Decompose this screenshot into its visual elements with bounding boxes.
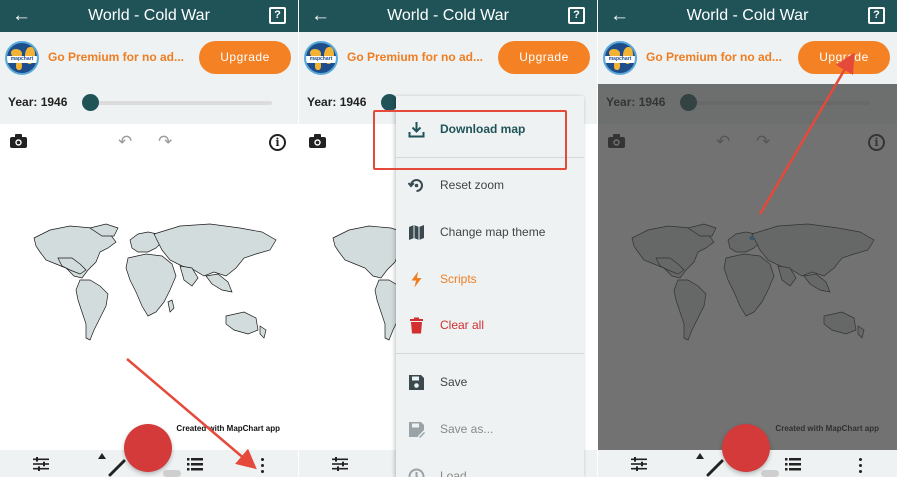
undo-icon[interactable]: ↶ <box>118 132 132 152</box>
drag-handle <box>163 470 181 477</box>
panel-main-screen: ← World - Cold War ? mapchart Go Premium… <box>0 0 298 477</box>
premium-banner: mapchart Go Premium for no ad... Upgrade <box>598 32 897 84</box>
menu-item-change-map-theme[interactable]: Change map theme <box>396 212 584 252</box>
premium-text: Go Premium for no ad... <box>347 50 484 64</box>
save-edit-icon <box>409 422 425 438</box>
redo-icon[interactable]: ↷ <box>158 132 172 152</box>
premium-banner: mapchart Go Premium for no ad... Upgrade <box>299 32 597 84</box>
upgrade-button[interactable]: Upgrade <box>199 41 291 74</box>
year-label: Year: 1946 <box>307 95 367 109</box>
help-box-icon[interactable]: ? <box>269 7 286 24</box>
page-title: World - Cold War <box>686 7 809 24</box>
app-bar: ← World - Cold War ? <box>598 0 897 32</box>
year-row: Year: 1946 <box>0 84 298 124</box>
premium-text: Go Premium for no ad... <box>646 50 783 64</box>
menu-item-label: Save <box>440 375 468 389</box>
dim-overlay <box>598 84 897 450</box>
history-icon <box>408 468 425 477</box>
color-fab-button[interactable] <box>722 424 770 472</box>
premium-banner: mapchart Go Premium for no ad... Upgrade <box>0 32 298 84</box>
page-title: World - Cold War <box>88 7 210 24</box>
map-icon <box>409 225 424 240</box>
help-box-icon[interactable]: ? <box>868 7 885 24</box>
app-bar: ← World - Cold War ? <box>0 0 298 32</box>
reset-zoom-icon <box>408 179 423 192</box>
map-area[interactable]: ↶ ↷ i Created with MapChart app <box>0 124 298 450</box>
list-icon[interactable] <box>187 458 203 471</box>
menu-item-label: Change map theme <box>440 225 546 239</box>
panel-dimmed: ← World - Cold War ? mapchart Go Premium… <box>598 0 897 477</box>
menu-item-save[interactable]: Save <box>396 362 584 402</box>
trash-icon <box>410 317 423 334</box>
brush-icon[interactable] <box>696 453 726 477</box>
page-title: World - Cold War <box>387 7 509 24</box>
camera-icon[interactable] <box>309 134 326 148</box>
year-slider-thumb[interactable] <box>82 94 99 111</box>
menu-item-label: Clear all <box>440 318 485 332</box>
mapchart-logo: mapchart <box>304 41 338 75</box>
brush-icon[interactable] <box>98 453 128 477</box>
menu-item-save-as[interactable]: Save as... <box>396 409 584 449</box>
tune-icon[interactable] <box>332 457 348 471</box>
help-box-icon[interactable]: ? <box>568 7 585 24</box>
menu-item-clear-all[interactable]: Clear all <box>396 305 584 345</box>
app-bar: ← World - Cold War ? <box>299 0 597 32</box>
save-icon <box>409 375 424 390</box>
annotation-highlight-box <box>373 110 567 170</box>
drag-handle <box>761 470 779 477</box>
menu-item-reset-zoom[interactable]: Reset zoom <box>396 165 584 205</box>
menu-item-scripts[interactable]: Scripts <box>396 259 584 299</box>
menu-item-load[interactable]: Load... <box>396 456 584 477</box>
premium-text: Go Premium for no ad... <box>48 50 185 64</box>
menu-divider <box>396 353 584 354</box>
tune-icon[interactable] <box>631 457 647 471</box>
more-vertical-icon[interactable] <box>859 458 863 474</box>
map-credit: Created with MapChart app <box>176 424 280 433</box>
year-slider-track[interactable] <box>90 101 272 105</box>
mapchart-logo: mapchart <box>603 41 637 75</box>
upgrade-button[interactable]: Upgrade <box>798 41 890 74</box>
menu-item-label: Reset zoom <box>440 178 505 192</box>
menu-item-label: Load... <box>440 469 477 477</box>
mapchart-logo: mapchart <box>5 41 39 75</box>
world-map[interactable] <box>30 220 285 352</box>
color-fab-button[interactable] <box>124 424 172 472</box>
lightning-icon <box>411 271 422 288</box>
year-label: Year: 1946 <box>8 95 68 109</box>
screenshot-triptych: ← World - Cold War ? mapchart Go Premium… <box>0 0 897 477</box>
list-icon[interactable] <box>785 458 801 471</box>
menu-item-label: Save as... <box>440 422 494 436</box>
upgrade-button[interactable]: Upgrade <box>498 41 590 74</box>
menu-item-label: Scripts <box>440 272 477 286</box>
camera-icon[interactable] <box>10 134 27 148</box>
more-vertical-icon[interactable] <box>261 458 265 474</box>
info-icon[interactable]: i <box>269 134 286 151</box>
tune-icon[interactable] <box>33 457 49 471</box>
